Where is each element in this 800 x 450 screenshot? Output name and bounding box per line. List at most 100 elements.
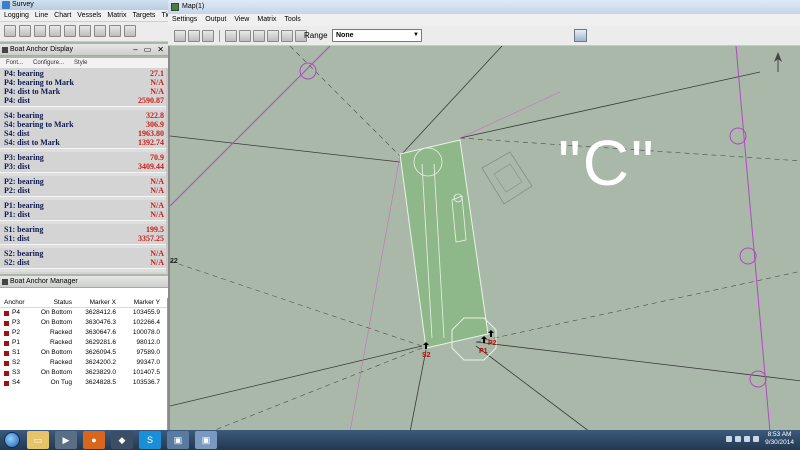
anchor-color-swatch (4, 360, 9, 366)
font-button[interactable]: Font... (6, 58, 23, 68)
table-row[interactable]: S1 On Bottom 3626094.5 97589.0 (0, 348, 167, 358)
survey-taskbar-icon[interactable]: ▣ (167, 431, 189, 449)
anchor-id: S1 (12, 349, 20, 356)
cell-marker-x: 3628412.6 (85, 309, 116, 316)
layers-icon[interactable] (281, 30, 293, 42)
north-arrow-icon (768, 50, 788, 76)
tray-flag-icon[interactable] (735, 436, 742, 442)
anchor-line (409, 349, 427, 432)
col-marker-x[interactable]: Marker X (72, 298, 116, 307)
toolbar-list-icon[interactable] (34, 25, 46, 37)
close-icon[interactable]: ✕ (157, 44, 164, 56)
pointer-icon[interactable] (225, 30, 237, 42)
toolbar-chart-icon[interactable] (19, 25, 31, 37)
table-row[interactable]: S4 On Tug 3624828.5 103536.7 (0, 378, 167, 388)
range-dropdown[interactable]: None ▼ (332, 29, 422, 42)
map-taskbar-icon[interactable]: ▣ (195, 431, 217, 449)
table-row[interactable]: P4 On Bottom 3628412.6 103455.9 (0, 308, 167, 318)
toolbar-flag-icon[interactable] (124, 25, 136, 37)
map-menu-tools[interactable]: Tools (284, 14, 300, 26)
map-export-icon[interactable] (574, 29, 587, 42)
cell-status: On Tug (50, 379, 72, 386)
magenta-line (170, 46, 331, 207)
firefox-taskbar-icon[interactable]: ● (83, 431, 105, 449)
toolbar-grid-icon[interactable] (4, 25, 16, 37)
zoom-window-icon[interactable] (239, 30, 251, 42)
toolbar-settings-icon[interactable] (64, 25, 76, 37)
explorer-taskbar-icon[interactable]: ▭ (27, 431, 49, 449)
range-value: None (336, 32, 354, 39)
table-row[interactable]: P1 Racked 3629281.6 98012.0 (0, 338, 167, 348)
panel-icon (2, 279, 8, 285)
windows-orb-icon (4, 432, 20, 448)
table-row[interactable]: P3 On Bottom 3630476.3 102266.4 (0, 318, 167, 328)
map-menu-output[interactable]: Output (205, 14, 226, 26)
col-marker-y[interactable]: Marker Y (116, 298, 160, 307)
menu-matrix[interactable]: Matrix (107, 12, 126, 19)
zoom-out-icon[interactable] (202, 30, 214, 42)
readout-group: S4: bearing 322.8 S4: bearing to Mark 306.9… (0, 110, 166, 149)
map-canvas[interactable]: "C" S2 P1 P2 22 (168, 46, 800, 432)
style-button[interactable]: Style (74, 58, 87, 68)
anchor-manager-table: Anchor Status Marker X Marker Y P4 On Bot… (0, 298, 168, 430)
table-row[interactable]: S3 On Bottom 3623829.0 101407.5 (0, 368, 167, 378)
menu-targets[interactable]: Targets (132, 12, 155, 19)
restore-icon[interactable]: ▭ (144, 44, 152, 56)
minimize-icon[interactable]: – (133, 44, 137, 56)
col-anchor[interactable]: Anchor (0, 298, 34, 307)
cell-anchor: P1 (0, 338, 34, 348)
menu-logging[interactable]: Logging (4, 12, 29, 19)
map-drawing (170, 46, 800, 432)
anchor-color-swatch (4, 350, 9, 356)
readout-row: P4: dist 2590.87 (4, 96, 164, 105)
map-menu-matrix[interactable]: Matrix (257, 14, 276, 26)
col-status[interactable]: Status (34, 298, 72, 307)
readout-value: 306.9 (146, 120, 164, 129)
anchor-line (170, 135, 401, 163)
media-player-taskbar-icon[interactable]: ▶ (55, 431, 77, 449)
clock[interactable]: 8:53 AM 9/30/2014 (765, 431, 794, 447)
menu-chart[interactable]: Chart (54, 12, 71, 19)
readout-value: 199.5 (146, 225, 164, 234)
boat-anchor-manager-title: Boat Anchor Manager (0, 276, 168, 288)
pan-icon[interactable] (267, 30, 279, 42)
readout-label: S1: dist (4, 234, 30, 243)
app-taskbar-icon[interactable]: ◆ (111, 431, 133, 449)
readout-value: 1392.74 (138, 138, 164, 147)
tray-arrow-icon[interactable] (726, 436, 733, 442)
skype-taskbar-icon[interactable]: S (139, 431, 161, 449)
ghost-barge (481, 151, 533, 205)
tray-network-icon[interactable] (744, 436, 751, 442)
readout-group: S2: bearing N/A S2: dist N/A (0, 248, 166, 269)
pink-line (459, 91, 561, 139)
panel-title-text: Boat Anchor Display (10, 46, 74, 53)
menu-vessels[interactable]: Vessels (77, 12, 101, 19)
measure-icon[interactable] (253, 30, 265, 42)
fit-extent-icon[interactable] (174, 30, 186, 42)
range-label: Range (304, 31, 328, 40)
zoom-in-icon[interactable] (188, 30, 200, 42)
readout-label: P4: bearing to Mark (4, 78, 74, 87)
start-button[interactable] (0, 430, 24, 450)
readout-row: S4: dist 1963.80 (4, 129, 164, 138)
toolbar-target-icon[interactable] (79, 25, 91, 37)
table-row[interactable]: P2 Racked 3630647.6 100078.0 (0, 328, 167, 338)
map-menu-settings[interactable]: Settings (172, 14, 197, 26)
cell-marker-x: 3624200.2 (85, 359, 116, 366)
anchor-id: P3 (12, 319, 20, 326)
marker-label-s2: S2 (422, 352, 431, 359)
toolbar-grid2-icon[interactable] (94, 25, 106, 37)
readout-row: P3: dist 3409.44 (4, 162, 164, 171)
dashed-line (475, 271, 800, 343)
anchor-color-swatch (4, 380, 9, 386)
cell-marker-y: 101407.5 (132, 369, 160, 376)
tray-volume-icon[interactable] (753, 436, 760, 442)
table-row[interactable]: S2 Racked 3624200.2 99347.0 (0, 358, 167, 368)
readout-value: 3409.44 (138, 162, 164, 171)
toolbar-tools-icon[interactable] (109, 25, 121, 37)
readout-row: P4: dist to Mark N/A (4, 87, 164, 96)
toolbar-anchor-icon[interactable] (49, 25, 61, 37)
configure-button[interactable]: Configure... (33, 58, 64, 68)
map-menu-view[interactable]: View (234, 14, 249, 26)
menu-line[interactable]: Line (35, 12, 48, 19)
